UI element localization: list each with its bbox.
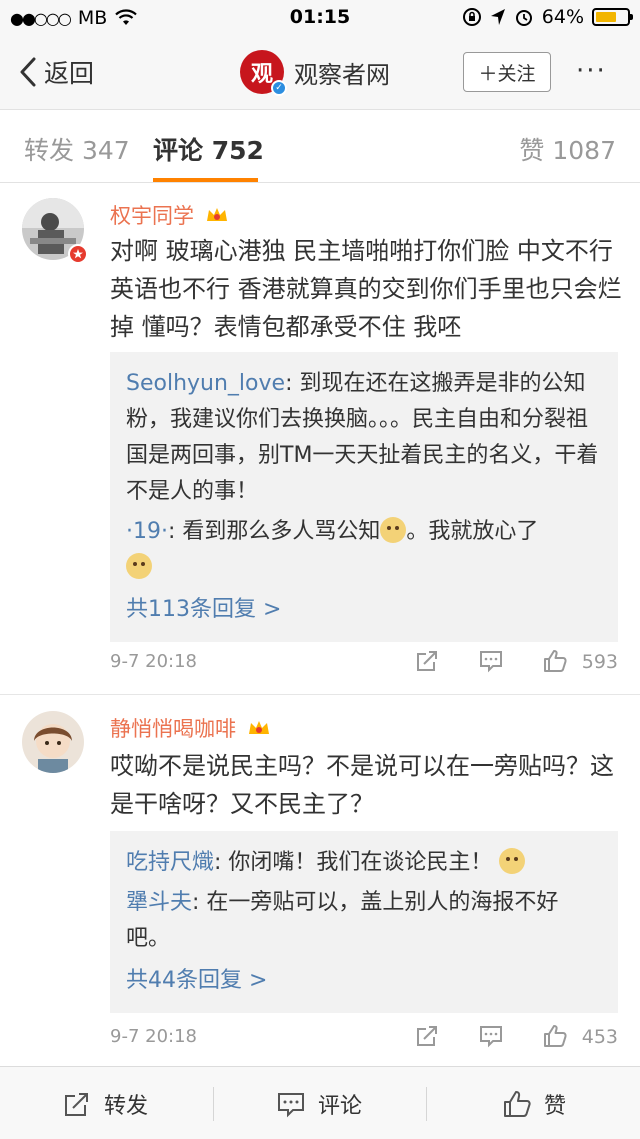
status-bar: ●●○○○ MB 01:15 64% xyxy=(0,0,640,36)
reply-username[interactable]: 犟斗夫 xyxy=(126,890,192,915)
like-count: 593 xyxy=(581,651,618,673)
toolbar-divider xyxy=(213,1087,214,1121)
reply-item: 犟斗夫: 在一旁贴可以，盖上别人的海报不好吧。 xyxy=(126,890,559,951)
doge-emoji-icon xyxy=(126,553,152,579)
location-icon xyxy=(490,9,505,25)
tab-bar: 转发 347 评论 752 赞 1087 xyxy=(0,111,640,183)
reply-item: 吃持尺熾: 你闭嘴！我们在谈论民主！ xyxy=(126,845,602,881)
back-button[interactable]: 返回 xyxy=(18,54,94,90)
like-label: 赞 xyxy=(544,1093,567,1119)
reply-box[interactable]: 吃持尺熾: 你闭嘴！我们在谈论民主！ 犟斗夫: 在一旁贴可以，盖上别人的海报不好… xyxy=(110,831,618,1013)
repost-button[interactable]: 转发 xyxy=(62,1067,148,1139)
back-label: 返回 xyxy=(44,59,95,88)
reply-item: ·19·: 看到那么多人骂公知 。我就放心了 xyxy=(126,514,602,586)
doge-emoji-icon xyxy=(499,848,526,874)
repost-icon[interactable] xyxy=(414,1023,440,1049)
reply-username[interactable]: ·19· xyxy=(126,519,168,544)
repost-icon[interactable] xyxy=(414,648,440,674)
account-name: 观察者网 xyxy=(294,60,390,89)
toolbar-divider xyxy=(426,1087,427,1121)
vip-crown-icon xyxy=(248,721,269,734)
reply-username[interactable]: 吃持尺熾 xyxy=(126,850,214,875)
alarm-icon xyxy=(515,10,532,26)
comment-button[interactable]: 评论 xyxy=(276,1067,362,1139)
like-icon xyxy=(504,1090,531,1117)
comment-icon xyxy=(278,1092,304,1117)
like-icon[interactable] xyxy=(542,648,568,674)
like-count: 453 xyxy=(581,1026,618,1048)
comment-text: 对啊 玻璃心港独 民主墙啪啪打你们脸 中文不行英语也不行 香港就算真的交到你们手… xyxy=(110,237,622,341)
battery-icon xyxy=(592,8,633,26)
logo-char: 观 xyxy=(250,62,273,87)
more-replies-link[interactable]: 共113条回复 > xyxy=(126,592,602,628)
repost-label: 转发 xyxy=(104,1093,149,1119)
comment-username[interactable]: 权宇同学 xyxy=(110,200,229,230)
reply-text-tail: 。我就放心了 xyxy=(406,519,539,544)
tab-likes[interactable]: 赞 1087 xyxy=(519,131,616,167)
reply-username[interactable]: Seolhyun_love xyxy=(126,371,285,396)
active-tab-indicator xyxy=(153,178,258,182)
comment-meta: 9-7 20:18 453 xyxy=(110,1023,618,1053)
bottom-toolbar: 转发 评论 赞 xyxy=(0,1066,640,1139)
more-icon[interactable]: ··· xyxy=(576,56,607,86)
comment-item: 静悄悄喝咖啡 哎呦不是说民主吗？不是说可以在一旁贴吗？这是干啥呀？又不民主了？ … xyxy=(0,695,640,1065)
comment-username[interactable]: 静悄悄喝咖啡 xyxy=(110,713,271,743)
like-button[interactable]: 赞 xyxy=(502,1067,566,1139)
tab-repost[interactable]: 转发 347 xyxy=(24,131,130,167)
comment-label: 评论 xyxy=(318,1093,363,1119)
reply-box[interactable]: Seolhyun_love: 到现在还在这搬弄是非的公知粉，我建议你们去换换脑。… xyxy=(110,352,618,642)
comment-meta: 9-7 20:18 593 xyxy=(110,648,618,678)
vip-crown-icon xyxy=(206,208,227,221)
reply-item: Seolhyun_love: 到现在还在这搬弄是非的公知粉，我建议你们去换换脑。… xyxy=(126,371,599,504)
reply-text: 你闭嘴！我们在谈论民主！ xyxy=(228,850,493,875)
tab-comments[interactable]: 评论 752 xyxy=(153,131,264,167)
comment-text: 哎呦不是说民主吗？不是说可以在一旁贴吗？这是干啥呀？又不民主了？ xyxy=(110,752,614,818)
more-replies-link[interactable]: 共44条回复 > xyxy=(126,963,602,999)
battery-percent: 64% xyxy=(541,6,584,28)
follow-button[interactable]: ＋关注 xyxy=(463,52,551,92)
doge-emoji-icon xyxy=(380,517,407,543)
chevron-left-icon xyxy=(20,57,36,87)
verified-icon: ✓ xyxy=(271,80,287,96)
like-icon[interactable] xyxy=(542,1023,568,1049)
rotation-lock-icon xyxy=(462,8,481,26)
reply-icon[interactable] xyxy=(478,1023,504,1049)
nav-title: 观 ✓ 观察者网 xyxy=(240,50,390,96)
repost-icon xyxy=(65,1092,88,1116)
account-logo: 观 ✓ xyxy=(240,50,287,96)
reply-text: 看到那么多人骂公知 xyxy=(182,519,381,544)
comment-item: 权宇同学 对啊 玻璃心港独 民主墙啪啪打你们脸 中文不行英语也不行 香港就算真的… xyxy=(0,184,640,694)
comment-time: 9-7 20:18 xyxy=(110,1026,197,1047)
member-badge-icon xyxy=(68,244,88,264)
comment-time: 9-7 20:18 xyxy=(110,651,197,672)
avatar[interactable] xyxy=(22,711,84,773)
nav-bar: 返回 观 ✓ 观察者网 ＋关注 ··· xyxy=(0,36,640,110)
reply-icon[interactable] xyxy=(478,648,504,674)
